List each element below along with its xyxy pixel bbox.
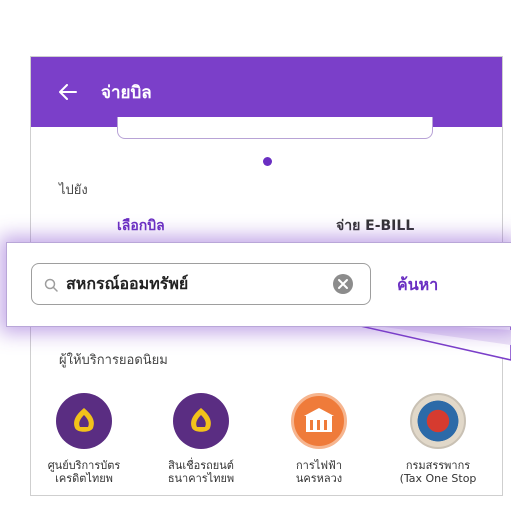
search-zoom-panel: ค้นหา	[6, 242, 511, 327]
search-button[interactable]: ค้นหา	[397, 273, 438, 298]
clear-icon[interactable]	[332, 273, 354, 295]
search-icon	[44, 277, 58, 292]
search-input[interactable]	[66, 269, 326, 299]
search-box	[31, 263, 371, 305]
